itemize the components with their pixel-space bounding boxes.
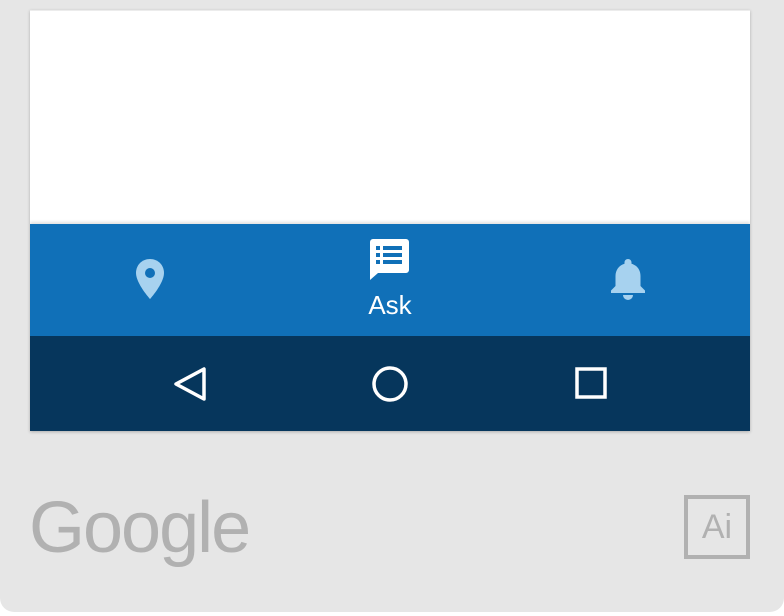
bottom-navigation-bar: Ask [30, 224, 750, 336]
home-button[interactable] [330, 336, 450, 431]
nav-item-ask[interactable]: Ask [270, 224, 510, 336]
bell-icon [611, 259, 645, 300]
recents-button[interactable] [531, 336, 651, 431]
chat-list-icon [370, 239, 409, 280]
ai-badge-text: Ai [701, 508, 733, 546]
content-area [30, 10, 750, 225]
system-navigation-bar [30, 336, 750, 431]
triangle-back-icon [174, 367, 206, 401]
nav-item-location[interactable] [30, 224, 270, 336]
phone-screen: Ask [30, 10, 750, 431]
card-background: Ask Google Ai [0, 0, 784, 612]
nav-label-ask: Ask [368, 290, 412, 320]
ai-badge: Ai [684, 495, 750, 559]
location-pin-icon [136, 259, 164, 299]
circle-home-icon [372, 366, 408, 402]
google-logo: Google [29, 488, 251, 568]
square-recents-icon [575, 367, 607, 399]
back-button[interactable] [130, 336, 250, 431]
nav-item-notifications[interactable] [510, 224, 750, 336]
